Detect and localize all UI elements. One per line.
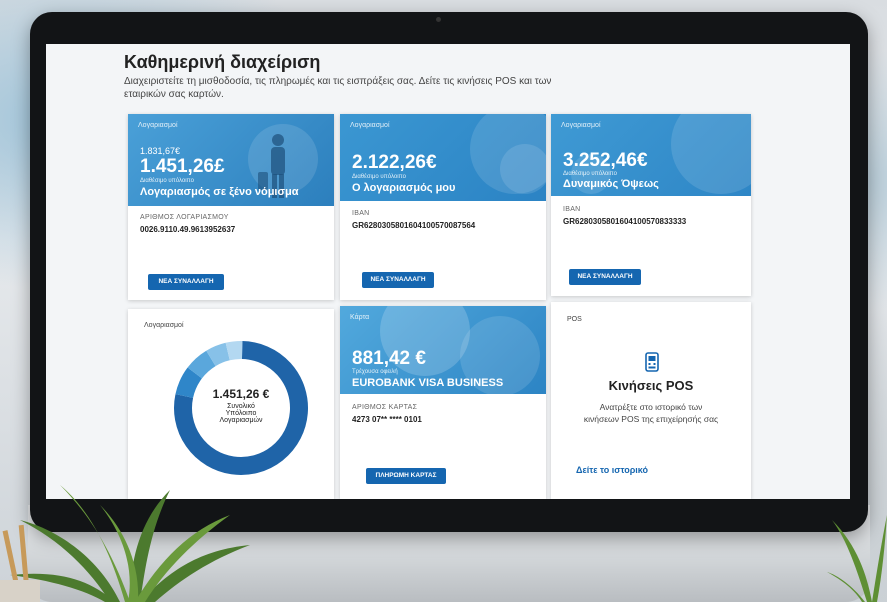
potted-plant-left [0, 485, 250, 602]
pos-card[interactable]: POS Κινήσεις POS Ανατρέξτε στο ιστορικό … [551, 302, 751, 499]
donut-segment-2 [187, 350, 216, 379]
decorative-circle [671, 114, 751, 194]
account-card-header: Λογαριασμοί 3.252,46€ Διαθέσιμο υπόλοιπο… [551, 114, 751, 196]
account-balance: 2.122,26€ [352, 152, 437, 173]
account-name: Δυναμικός Όψεως [563, 178, 659, 190]
donut-segment-4 [225, 341, 243, 361]
account-name: Λογαριασμός σε ξένο νόμισμα [140, 186, 299, 198]
pos-title: Κινήσεις POS [608, 378, 694, 393]
card-product-name: EUROBANK VISA BUSINESS [352, 377, 504, 389]
credit-card-header: Κάρτα 881,42 € Τρέχουσα οφειλή EUROBANK … [340, 306, 546, 394]
iban-label: IBAN [563, 206, 581, 213]
card-tag: Λογαριασμοί [138, 122, 178, 129]
donut-center-label: 1.451,26 € Συνολικό Υπόλοιπο Λογαριασμών [191, 387, 291, 424]
total-label-line2: Υπόλοιπο [225, 410, 257, 417]
page-subtitle: Διαχειριστείτε τη μισθοδοσία, τις πληρωμ… [124, 76, 552, 100]
card-balance-label: Τρέχουσα οφειλή [352, 369, 398, 375]
secondary-amount: 1.831,67€ [140, 146, 181, 156]
donut-segment-3 [206, 342, 231, 367]
iban-value: GR6280305801604100570833333 [563, 217, 687, 226]
view-history-link[interactable]: Δείτε το ιστορικό [576, 465, 648, 475]
account-number-label: ΑΡΙΘΜΟΣ ΛΟΓΑΡΙΑΣΜΟΥ [140, 214, 229, 221]
iban-value: GR6280305801604100570087564 [352, 221, 476, 230]
account-card-dynamic[interactable]: Λογαριασμοί 3.252,46€ Διαθέσιμο υπόλοιπο… [551, 114, 751, 296]
decorative-circle [500, 144, 546, 194]
account-number: 0026.9110.49.9613952637 [140, 225, 236, 234]
card-tag: Λογαριασμοί [144, 322, 184, 329]
new-transaction-button[interactable]: ΝΕΑ ΣΥΝΑΛΛΑΓΗ [148, 274, 224, 290]
pos-terminal-icon [645, 352, 659, 372]
card-tag: Λογαριασμοί [561, 122, 601, 129]
iban-label: IBAN [352, 210, 370, 217]
page-title: Καθημερινή διαχείριση [124, 52, 321, 72]
account-card-header: Λογαριασμοί 1.831,67€ 1.451,26£ Διαθέσιμ… [128, 114, 334, 206]
account-card-header: Λογαριασμοί 2.122,26€ Διαθέσιμο υπόλοιπο… [340, 114, 546, 201]
account-card-my-account[interactable]: Λογαριασμοί 2.122,26€ Διαθέσιμο υπόλοιπο… [340, 114, 546, 300]
balance-label: Διαθέσιμο υπόλοιπο [352, 174, 406, 180]
account-card-foreign[interactable]: Λογαριασμοί 1.831,67€ 1.451,26£ Διαθέσιμ… [128, 114, 334, 300]
credit-card-panel[interactable]: Κάρτα 881,42 € Τρέχουσα οφειλή EUROBANK … [340, 306, 546, 499]
card-tag: Κάρτα [350, 314, 370, 321]
card-number-label: ΑΡΙΘΜΟΣ ΚΑΡΤΑΣ [352, 404, 418, 411]
dashboard-screen: Καθημερινή διαχείριση Διαχειριστείτε τη … [46, 44, 850, 499]
potted-plant-right [827, 515, 887, 602]
balance-label: Διαθέσιμο υπόλοιπο [563, 171, 617, 177]
total-balance: 1.451,26 € [212, 387, 270, 401]
new-transaction-button[interactable]: ΝΕΑ ΣΥΝΑΛΛΑΓΗ [362, 272, 434, 288]
account-name: Ο λογαριασμός μου [352, 182, 456, 194]
card-tag: POS [567, 316, 582, 323]
pay-card-button[interactable]: ΠΛΗΡΩΜΗ ΚΑΡΤΑΣ [366, 468, 446, 484]
pos-description: Ανατρέξτε στο ιστορικό των κινήσεων POS … [583, 402, 719, 424]
card-balance: 881,42 € [352, 348, 426, 369]
card-tag: Λογαριασμοί [350, 122, 390, 129]
account-balance: 3.252,46€ [563, 150, 648, 171]
total-label-line1: Συνολικό [227, 403, 255, 410]
account-balance: 1.451,26£ [140, 156, 225, 177]
new-transaction-button[interactable]: ΝΕΑ ΣΥΝΑΛΛΑΓΗ [569, 269, 641, 285]
balance-label: Διαθέσιμο υπόλοιπο [140, 178, 194, 184]
webcam [436, 17, 441, 22]
total-label-line3: Λογαριασμών [219, 417, 263, 424]
card-number: 4273 07** **** 0101 [352, 415, 422, 424]
